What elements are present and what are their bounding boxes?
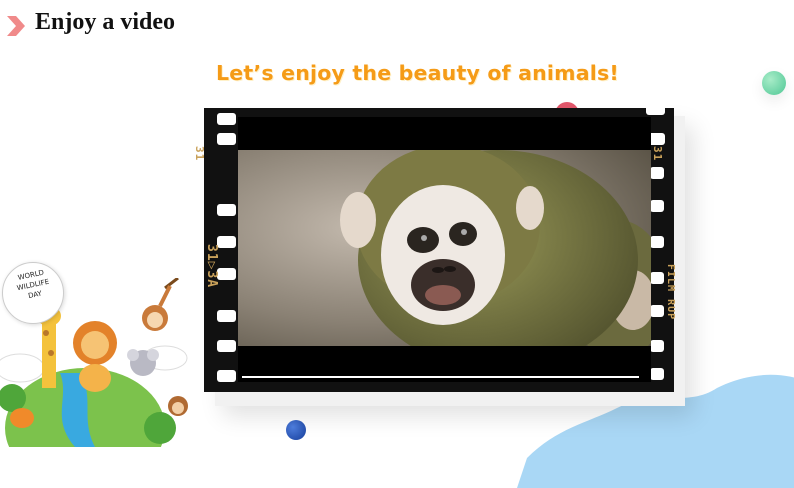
sprocket-hole <box>650 272 664 284</box>
film-edge-number-right: 31 <box>651 146 664 162</box>
video-player[interactable] <box>238 117 651 382</box>
slide-subtitle: Let’s enjoy the beauty of animals! <box>216 61 619 85</box>
sprocket-hole <box>217 340 236 352</box>
film-edge-mark: 31▷3A <box>204 244 219 289</box>
sprocket-hole <box>650 340 664 352</box>
green-dot-decoration <box>762 71 786 95</box>
film-edge-number-left: 31 <box>193 146 206 162</box>
sprocket-hole <box>650 236 664 248</box>
sprocket-hole <box>217 370 236 382</box>
sprocket-hole <box>650 368 664 380</box>
blue-dot-decoration <box>286 420 306 440</box>
sprocket-hole <box>650 167 664 179</box>
video-frame-monkey <box>238 150 651 346</box>
sprocket-hole <box>217 236 236 248</box>
video-progress-bar[interactable] <box>242 376 639 378</box>
monkey-illustration <box>238 150 651 346</box>
slide-title: Enjoy a video <box>35 9 176 35</box>
sprocket-hole <box>217 268 236 280</box>
sprocket-hole <box>650 200 664 212</box>
sprocket-hole <box>217 133 236 145</box>
sprocket-hole <box>217 204 236 216</box>
sprocket-hole <box>217 310 236 322</box>
chevron-right-icon <box>7 16 25 36</box>
sprocket-hole <box>646 103 665 115</box>
film-edge-brand: FILM RUP <box>665 264 676 321</box>
sprocket-hole <box>650 305 664 317</box>
sprocket-hole <box>217 113 236 125</box>
